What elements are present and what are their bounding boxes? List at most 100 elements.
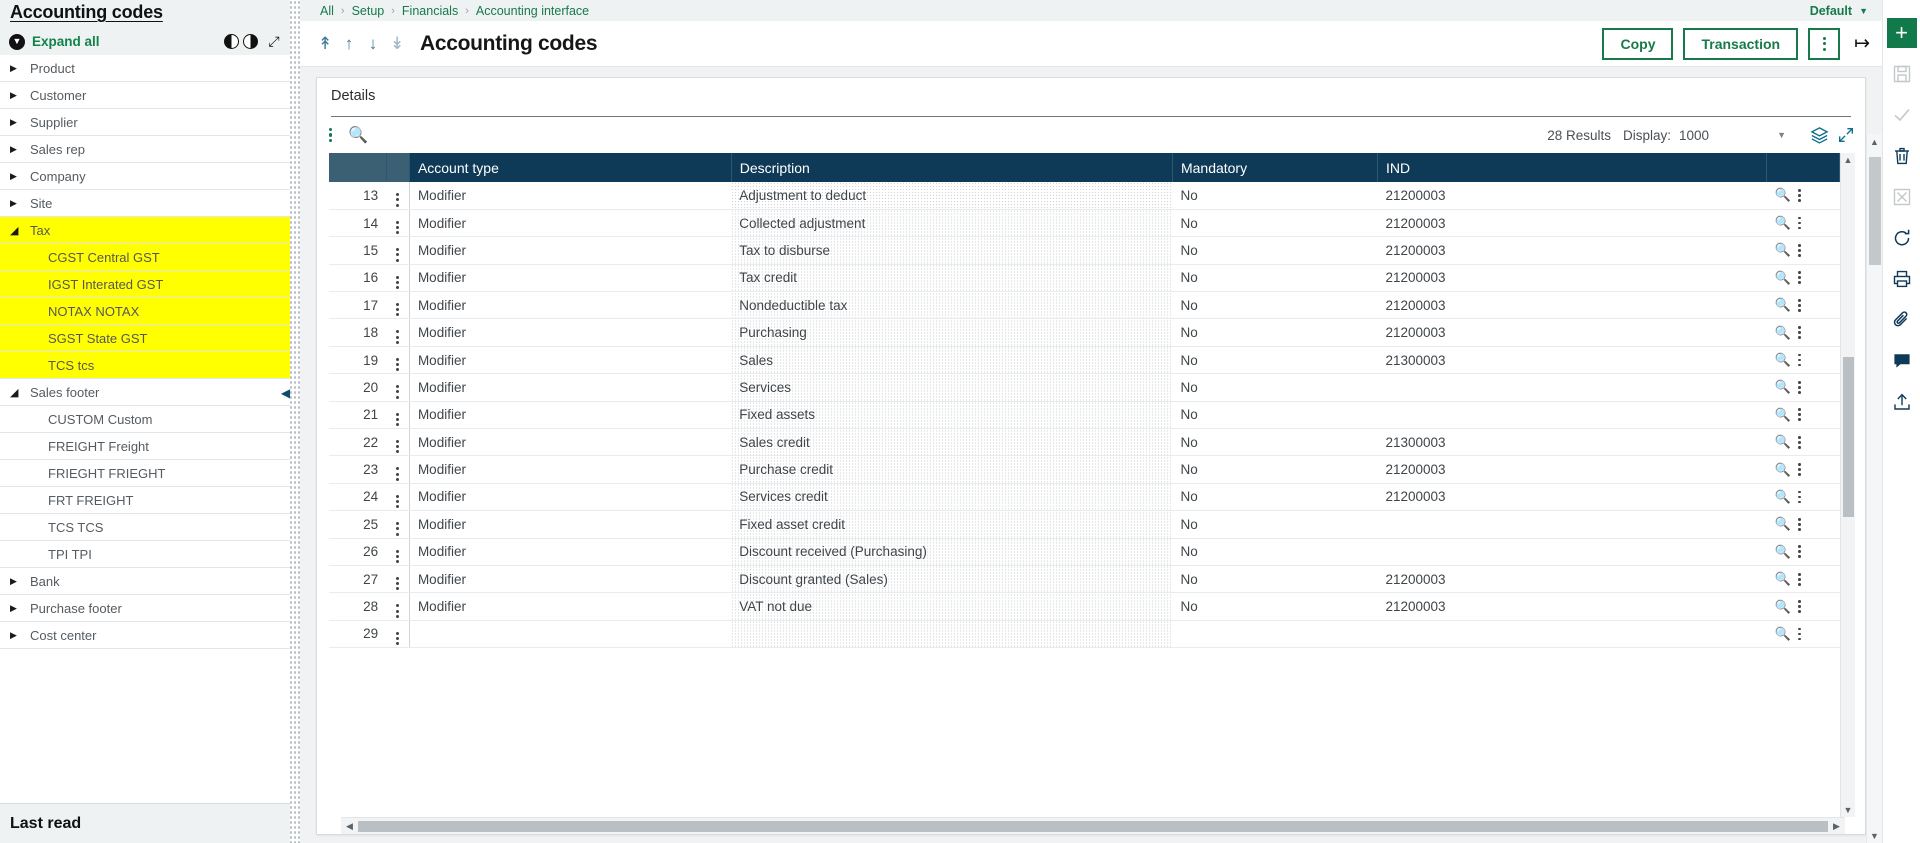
table-row[interactable]: 19 Modifier Sales No 21300003 🔍	[329, 346, 1840, 375]
caret-open-icon[interactable]	[10, 386, 24, 399]
cell-ind[interactable]	[1377, 620, 1767, 649]
column-header-description[interactable]: Description	[731, 153, 1173, 182]
row-actions[interactable]: 🔍	[1766, 565, 1840, 594]
row-actions[interactable]: 🔍	[1766, 401, 1840, 430]
cell-ind[interactable]: 21300003	[1377, 428, 1767, 457]
scroll-right-icon[interactable]: ▶	[1828, 821, 1845, 832]
column-header-mandatory[interactable]: Mandatory	[1172, 153, 1378, 182]
row-actions[interactable]: 🔍	[1766, 209, 1840, 238]
more-options-icon[interactable]	[1808, 27, 1841, 60]
cell-ind[interactable]	[1377, 373, 1767, 402]
cell-account-type[interactable]: Modifier	[409, 510, 732, 539]
column-header-account-type[interactable]: Account type	[409, 153, 732, 182]
row-more-icon[interactable]	[1797, 216, 1801, 230]
row-lookup-icon[interactable]: 🔍	[1775, 489, 1791, 505]
sidebar-item-custom-custom[interactable]: CUSTOM Custom	[0, 406, 290, 433]
table-row[interactable]: 16 Modifier Tax credit No 21200003 🔍	[329, 264, 1840, 293]
page-vertical-scrollbar[interactable]: ▲ ▼	[1866, 134, 1882, 843]
sidebar-item-igst-interated-gst[interactable]: IGST Interated GST	[0, 271, 290, 298]
row-more-icon[interactable]	[1797, 353, 1801, 367]
previous-page-icon[interactable]	[224, 34, 239, 49]
row-actions[interactable]: 🔍	[1766, 455, 1840, 484]
grid-options-icon[interactable]	[329, 127, 333, 143]
sidebar-item-freight-freight[interactable]: FREIGHT Freight	[0, 433, 290, 460]
row-menu-icon[interactable]	[386, 373, 410, 402]
row-more-icon[interactable]	[1797, 627, 1801, 641]
table-row[interactable]: 14 Modifier Collected adjustment No 21200003…	[329, 209, 1840, 238]
column-header-select[interactable]	[329, 153, 387, 182]
row-menu-icon[interactable]	[386, 592, 410, 621]
cell-description[interactable]: Purchasing	[731, 318, 1173, 347]
cell-account-type[interactable]: Modifier	[409, 565, 732, 594]
row-lookup-icon[interactable]: 🔍	[1775, 407, 1791, 423]
cell-account-type[interactable]: Modifier	[409, 291, 732, 320]
row-lookup-icon[interactable]: 🔍	[1775, 626, 1791, 642]
caret-closed-icon[interactable]	[10, 117, 24, 128]
cell-mandatory[interactable]: No	[1172, 538, 1378, 566]
cell-mandatory[interactable]: No	[1172, 182, 1378, 210]
share-icon[interactable]	[1887, 387, 1917, 417]
caret-open-icon[interactable]	[10, 224, 24, 237]
row-actions[interactable]: 🔍	[1766, 264, 1840, 293]
row-more-icon[interactable]	[1797, 435, 1801, 449]
cancel-icon[interactable]	[1887, 182, 1917, 212]
row-lookup-icon[interactable]: 🔍	[1775, 571, 1791, 587]
row-more-icon[interactable]	[1797, 408, 1801, 422]
page-scroll-up-icon[interactable]: ▲	[1870, 134, 1879, 149]
cell-mandatory[interactable]: No	[1172, 428, 1378, 457]
row-actions[interactable]: 🔍	[1766, 291, 1840, 320]
sidebar-item-purchase-footer[interactable]: Purchase footer	[0, 595, 290, 622]
sidebar-item-site[interactable]: Site	[0, 190, 290, 217]
row-lookup-icon[interactable]: 🔍	[1775, 516, 1791, 532]
row-more-icon[interactable]	[1797, 298, 1801, 312]
sidebar-splitter[interactable]	[290, 0, 300, 843]
row-more-icon[interactable]	[1797, 326, 1801, 340]
row-more-icon[interactable]	[1797, 271, 1801, 285]
row-more-icon[interactable]	[1797, 545, 1801, 559]
cell-account-type[interactable]: Modifier	[409, 318, 732, 347]
table-row[interactable]: 26 Modifier Discount received (Purchasing)…	[329, 538, 1840, 566]
validate-icon[interactable]	[1887, 100, 1917, 130]
cell-description[interactable]: Tax to disburse	[731, 236, 1173, 265]
cell-ind[interactable]	[1377, 538, 1767, 566]
copy-button[interactable]: Copy	[1602, 27, 1674, 60]
sidebar-item-frieght-frieght[interactable]: FRIEGHT FRIEGHT	[0, 460, 290, 487]
cell-description[interactable]: Collected adjustment	[731, 209, 1173, 238]
table-row[interactable]: 13 Modifier Adjustment to deduct No 21200003…	[329, 182, 1840, 210]
sidebar-item-customer[interactable]: Customer	[0, 82, 290, 109]
cell-account-type[interactable]: Modifier	[409, 538, 732, 566]
row-menu-icon[interactable]	[386, 236, 410, 265]
cell-account-type[interactable]: Modifier	[409, 401, 732, 430]
caret-closed-icon[interactable]	[10, 198, 24, 209]
hscroll-thumb[interactable]	[358, 820, 1828, 832]
chevron-down-icon[interactable]: ▼	[1777, 130, 1786, 140]
row-lookup-icon[interactable]: 🔍	[1775, 325, 1791, 341]
cell-account-type[interactable]: Modifier	[409, 592, 732, 621]
scroll-track[interactable]	[1842, 167, 1854, 803]
row-actions[interactable]: 🔍	[1766, 318, 1840, 347]
next-record-icon[interactable]: ↓	[366, 35, 380, 52]
cell-description[interactable]: Fixed asset credit	[731, 510, 1173, 539]
table-row[interactable]: 18 Modifier Purchasing No 21200003 🔍	[329, 318, 1840, 347]
expand-icon[interactable]	[1837, 126, 1855, 144]
row-menu-icon[interactable]	[386, 510, 410, 539]
logout-icon[interactable]: ↦	[1854, 32, 1870, 55]
row-menu-icon[interactable]	[386, 346, 410, 375]
caret-closed-icon[interactable]	[10, 171, 24, 182]
page-scroll-track[interactable]	[1868, 149, 1881, 828]
cell-account-type[interactable]: Modifier	[409, 182, 732, 210]
cell-mandatory[interactable]: No	[1172, 592, 1378, 621]
row-actions[interactable]: 🔍	[1766, 428, 1840, 457]
table-row[interactable]: 28 Modifier VAT not due No 21200003 🔍	[329, 592, 1840, 621]
row-more-icon[interactable]	[1797, 463, 1801, 476]
cell-description[interactable]: Tax credit	[731, 264, 1173, 293]
caret-closed-icon[interactable]	[10, 63, 24, 74]
row-menu-icon[interactable]	[386, 538, 410, 566]
cell-mandatory[interactable]: No	[1172, 346, 1378, 375]
cell-account-type[interactable]	[409, 620, 732, 649]
page-scroll-thumb[interactable]	[1868, 157, 1881, 265]
row-more-icon[interactable]	[1797, 600, 1801, 613]
comment-icon[interactable]	[1887, 346, 1917, 376]
previous-record-icon[interactable]: ↑	[342, 35, 356, 52]
cell-ind[interactable]	[1377, 510, 1767, 539]
